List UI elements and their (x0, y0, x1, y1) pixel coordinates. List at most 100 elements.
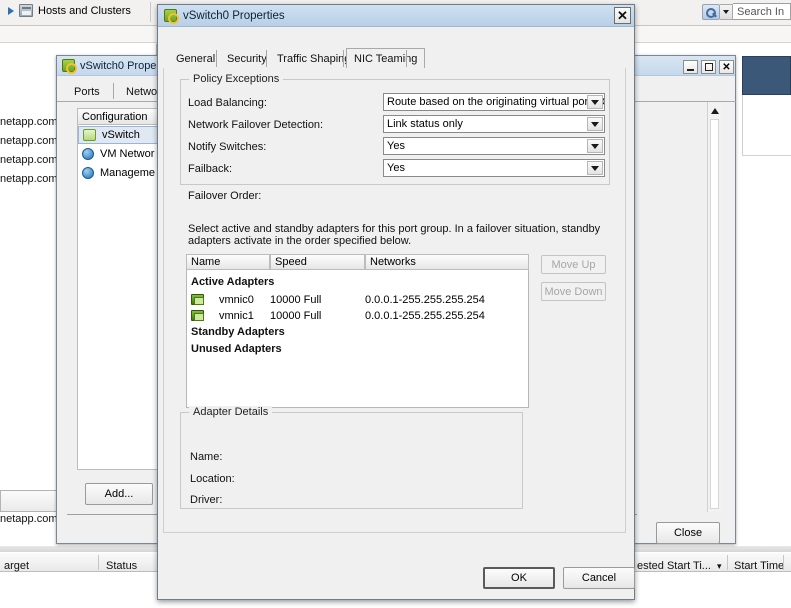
tab-divider (406, 50, 407, 67)
column-header-requested-start-time[interactable]: ested Start Ti... (637, 560, 711, 572)
policy-exceptions-legend: Policy Exceptions (189, 73, 284, 85)
column-header-status[interactable]: Status (106, 560, 137, 572)
toolbar-divider (150, 2, 151, 22)
close-button[interactable]: ✕ (719, 60, 734, 74)
close-icon: ✕ (617, 8, 628, 23)
ok-button[interactable]: OK (483, 567, 555, 589)
move-down-button[interactable]: Move Down (541, 282, 606, 301)
triangle-up-icon (710, 107, 719, 114)
chevron-down-icon[interactable] (587, 95, 603, 109)
adapter-speed: 10000 Full (270, 293, 322, 306)
notify-switches-label: Notify Switches: (188, 141, 267, 153)
adapter-details-legend: Adapter Details (189, 406, 273, 418)
search-icon[interactable] (702, 3, 720, 20)
tab-nic-teaming[interactable]: NIC Teaming (346, 48, 426, 68)
tab-divider (113, 83, 114, 99)
tab-divider (266, 50, 267, 67)
breadcrumb-label: Hosts and Clusters (38, 4, 131, 17)
move-up-button[interactable]: Move Up (541, 255, 606, 274)
vswitch-properties-dialog[interactable]: vSwitch0 Properties ✕ General Security T… (157, 4, 635, 600)
breadcrumb[interactable]: Hosts and Clusters (8, 4, 131, 17)
failback-label: Failback: (188, 163, 233, 175)
close-icon: ✕ (722, 61, 731, 73)
adapter-networks: 0.0.0.1-255.255.255.254 (365, 293, 485, 306)
dialog-title-bar[interactable]: vSwitch0 Properties ✕ (158, 5, 634, 27)
adapter-details-group: Adapter Details (180, 406, 523, 509)
list-item-label: Manageme (100, 167, 156, 179)
list-item-label: VM Networ (100, 148, 155, 160)
column-header-start-time[interactable]: Start Time (734, 560, 784, 572)
vswitch-properties-icon (164, 9, 179, 24)
maximize-icon (704, 63, 713, 71)
close-dialog-button[interactable]: Close (656, 522, 720, 544)
tab-traffic-shaping[interactable]: Traffic Shaping (270, 51, 357, 68)
notify-switches-select[interactable]: Yes (383, 137, 605, 155)
chevron-down-icon[interactable] (720, 3, 733, 20)
vswitch-icon (83, 129, 96, 141)
column-header-name[interactable]: Name (186, 254, 270, 270)
column-header-speed[interactable]: Speed (270, 254, 365, 270)
vswitch-properties-icon (62, 59, 77, 74)
scroll-up-button[interactable] (708, 104, 721, 117)
tab-divider (343, 50, 344, 67)
selected-inventory-cell[interactable] (742, 56, 791, 95)
network-failover-detection-label: Network Failover Detection: (188, 119, 324, 131)
load-balancing-label: Load Balancing: (188, 97, 267, 109)
sort-descending-icon[interactable]: ▾ (717, 561, 722, 572)
chevron-down-icon[interactable] (587, 117, 603, 131)
minimize-icon (687, 69, 694, 71)
column-header-target[interactable]: arget (4, 560, 29, 572)
failback-select[interactable]: Yes (383, 159, 605, 177)
failover-description-line1: Select active and standby adapters for t… (188, 223, 601, 235)
column-divider[interactable] (727, 555, 728, 570)
adapter-detail-location-label: Location: (190, 473, 235, 485)
maximize-button[interactable] (701, 60, 716, 74)
group-unused-adapters: Unused Adapters (191, 343, 282, 355)
list-item[interactable]: netapp.com (0, 513, 57, 525)
cancel-button[interactable]: Cancel (563, 567, 635, 589)
chevron-down-icon[interactable] (587, 139, 603, 153)
close-button[interactable]: ✕ (614, 7, 631, 24)
search-box[interactable]: Search In (702, 3, 791, 20)
dialog-title: vSwitch0 Properties (183, 9, 285, 22)
add-button[interactable]: Add... (85, 483, 153, 505)
inventory-detail-cell (742, 95, 791, 155)
list-item[interactable]: netapp.com (0, 135, 57, 147)
adapter-detail-driver-label: Driver: (190, 494, 223, 506)
globe-network-icon (82, 167, 94, 179)
column-divider[interactable] (98, 555, 99, 570)
adapter-name: vmnic1 (219, 309, 254, 322)
tab-divider (216, 50, 217, 67)
adapter-speed: 10000 Full (270, 309, 322, 322)
failover-description-line2: adapters activate in the order specified… (188, 235, 412, 247)
hosts-clusters-folder-icon (19, 4, 33, 17)
list-item[interactable]: netapp.com (0, 154, 57, 166)
failover-order-heading: Failover Order: (188, 190, 262, 202)
network-failover-detection-select[interactable]: Link status only (383, 115, 605, 133)
scrollbar-track[interactable] (710, 119, 719, 509)
column-header-networks[interactable]: Networks (365, 254, 529, 270)
adapter-name: vmnic0 (219, 293, 254, 306)
table-row[interactable]: vmnic0 10000 Full 0.0.0.1-255.255.255.25… (191, 292, 526, 307)
dialog-title: vSwitch0 Properti (80, 59, 166, 72)
minimize-button[interactable] (683, 60, 698, 74)
screen: Hosts and Clusters Search In netapp.com … (0, 0, 791, 608)
column-divider[interactable] (783, 555, 784, 570)
inventory-row-divider (742, 155, 791, 156)
triangle-right-icon[interactable] (8, 6, 14, 15)
adapter-detail-name-label: Name: (190, 451, 223, 463)
adapter-networks: 0.0.0.1-255.255.255.254 (365, 309, 485, 322)
list-item-label: vSwitch (102, 129, 140, 141)
globe-network-icon (82, 148, 94, 160)
group-standby-adapters: Standby Adapters (191, 326, 285, 338)
chevron-down-icon[interactable] (587, 161, 603, 175)
list-item[interactable]: netapp.com (0, 173, 57, 185)
tab-general[interactable]: General (169, 51, 222, 68)
network-adapter-icon (191, 294, 204, 305)
network-adapter-icon (191, 310, 204, 321)
table-row[interactable]: vmnic1 10000 Full 0.0.0.1-255.255.255.25… (191, 308, 526, 323)
search-input[interactable]: Search In (733, 3, 791, 20)
list-item[interactable]: netapp.com (0, 116, 57, 128)
load-balancing-select[interactable]: Route based on the originating virtual p… (383, 93, 605, 111)
tab-ports[interactable]: Ports (67, 84, 107, 101)
